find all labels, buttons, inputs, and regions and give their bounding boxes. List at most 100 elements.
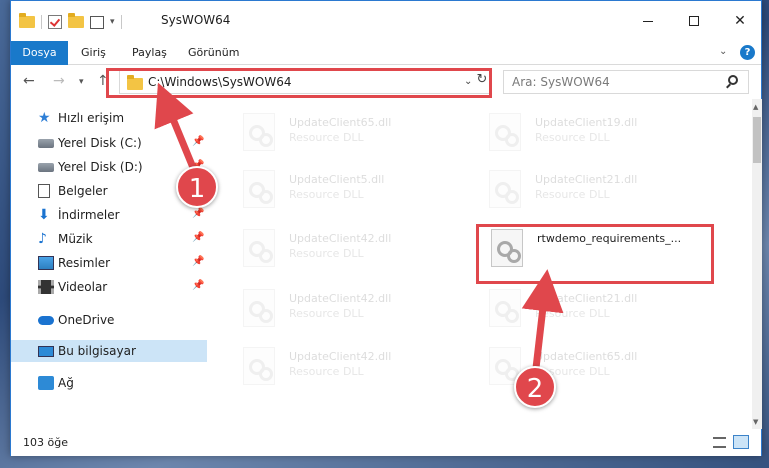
pin-icon[interactable]: 📌 (192, 136, 204, 147)
step-1-badge: 1 (176, 166, 218, 208)
sidebar-item-label: Yerel Disk (C:) (58, 136, 142, 150)
file-name: UpdateClient21.dll (535, 173, 638, 186)
help-icon[interactable]: ? (740, 45, 755, 60)
sidebar-item-local-disk-c[interactable]: Yerel Disk (C:) 📌 (11, 132, 207, 154)
file-tile[interactable]: UpdateClient5.dll Resource DLL (217, 164, 447, 208)
sidebar-item-videos[interactable]: Videolar 📌 (11, 276, 207, 298)
sidebar-item-label: Hızlı erişim (58, 111, 125, 125)
minimize-button[interactable] (625, 7, 671, 35)
sidebar-item-label: İndirmeler (58, 208, 120, 222)
file-tile[interactable]: UpdateClient21.dll Resource DLL (463, 283, 693, 327)
pin-icon[interactable]: 📌 (192, 208, 204, 219)
file-name: UpdateClient42.dll (289, 292, 392, 305)
new-folder-icon[interactable] (68, 13, 84, 28)
star-icon: ★ (38, 110, 51, 126)
file-type: Resource DLL (289, 307, 364, 320)
maximize-button[interactable] (671, 7, 717, 35)
dll-file-icon (489, 170, 521, 208)
sidebar-item-label: Videolar (58, 280, 108, 294)
status-bar: 103 öğe (11, 429, 761, 456)
customize-toolbar-dropdown-icon[interactable]: ▾ (110, 17, 115, 27)
file-type: Resource DLL (289, 247, 364, 260)
close-icon: ✕ (734, 13, 746, 29)
network-icon (38, 376, 54, 390)
disk-icon (38, 139, 54, 148)
sidebar-item-downloads[interactable]: ⬇ İndirmeler 📌 (11, 204, 207, 226)
file-type: Resource DLL (289, 131, 364, 144)
scroll-up-arrow-icon[interactable]: ▲ (753, 103, 758, 111)
step-2-badge: 2 (514, 366, 556, 408)
properties-check-icon[interactable] (48, 15, 62, 29)
sidebar-item-local-disk-d[interactable]: Yerel Disk (D:) 📌 (11, 156, 207, 178)
minimize-icon (643, 20, 653, 22)
download-icon: ⬇ (38, 207, 50, 223)
sidebar-item-label: OneDrive (58, 313, 115, 327)
quick-access-toolbar: ▾ (19, 13, 122, 31)
file-tile[interactable]: UpdateClient65.dll Resource DLL (463, 341, 693, 385)
sidebar-item-label: Belgeler (58, 184, 108, 198)
folder-icon (19, 13, 35, 28)
toolbar-separator (41, 15, 42, 29)
file-tile[interactable]: UpdateClient42.dll Resource DLL (217, 341, 447, 385)
recent-locations-dropdown-icon[interactable]: ▾ (79, 77, 84, 87)
large-icons-view-icon[interactable] (733, 435, 749, 449)
dll-file-icon (243, 229, 275, 267)
dll-file-icon (243, 347, 275, 385)
sidebar-item-label: Ağ (58, 376, 74, 390)
item-count: 103 öğe (23, 436, 68, 449)
file-tile[interactable]: UpdateClient19.dll Resource DLL (463, 107, 693, 151)
window-title: SysWOW64 (161, 13, 231, 27)
file-name: UpdateClient65.dll (289, 116, 392, 129)
sidebar-item-music[interactable]: ♪ Müzik 📌 (11, 228, 207, 250)
back-button[interactable]: ← (23, 73, 35, 89)
properties-icon[interactable] (90, 15, 104, 29)
file-tile[interactable]: UpdateClient21.dll Resource DLL (463, 164, 693, 208)
scrollbar-thumb[interactable] (753, 117, 761, 163)
music-icon: ♪ (38, 231, 47, 247)
maximize-icon (689, 16, 699, 26)
forward-button[interactable]: → (53, 73, 65, 89)
tab-file[interactable]: Dosya (11, 41, 68, 65)
tab-share[interactable]: Paylaş (132, 41, 167, 65)
toolbar-separator (120, 15, 122, 29)
file-type: Resource DLL (535, 188, 610, 201)
tab-home[interactable]: Giriş (81, 41, 106, 65)
scroll-down-arrow-icon[interactable]: ▼ (753, 418, 758, 426)
search-input[interactable]: Ara: SysWOW64 (512, 75, 610, 89)
file-type: Resource DLL (289, 188, 364, 201)
expand-ribbon-chevron-icon[interactable]: ⌄ (719, 46, 727, 57)
pin-icon[interactable]: 📌 (192, 280, 204, 291)
pictures-icon (38, 256, 54, 270)
tab-view[interactable]: Görünüm (188, 41, 239, 65)
details-view-icon[interactable] (713, 437, 726, 448)
pin-icon[interactable]: 📌 (192, 232, 204, 243)
sidebar-item-network[interactable]: Ağ (11, 372, 207, 394)
address-bar-highlight (106, 68, 492, 98)
search-icon[interactable] (728, 75, 738, 85)
file-name: UpdateClient5.dll (289, 173, 385, 186)
computer-icon (38, 345, 54, 357)
file-tile[interactable]: UpdateClient42.dll Resource DLL (217, 283, 447, 327)
vertical-scrollbar[interactable]: ▲ ▼ (752, 99, 762, 429)
sidebar-item-label: Bu bilgisayar (58, 344, 136, 358)
sidebar-item-pictures[interactable]: Resimler 📌 (11, 252, 207, 274)
dll-file-icon (243, 289, 275, 327)
close-button[interactable]: ✕ (717, 7, 763, 35)
disk-icon (38, 163, 54, 172)
dll-file-icon (243, 170, 275, 208)
cloud-icon (38, 316, 54, 325)
file-name: UpdateClient19.dll (535, 116, 638, 129)
sidebar-item-onedrive[interactable]: OneDrive (11, 309, 207, 331)
file-name: UpdateClient42.dll (289, 232, 392, 245)
file-type: Resource DLL (289, 365, 364, 378)
file-tile[interactable]: UpdateClient42.dll Resource DLL (217, 223, 447, 267)
file-type: Resource DLL (535, 131, 610, 144)
sidebar-item-this-pc[interactable]: Bu bilgisayar (11, 340, 207, 362)
file-name: UpdateClient21.dll (535, 292, 638, 305)
pin-icon[interactable]: 📌 (192, 256, 204, 267)
sidebar-item-label: Resimler (58, 256, 111, 270)
title-bar: ▾ SysWOW64 ✕ (11, 1, 761, 41)
file-tile[interactable]: UpdateClient65.dll Resource DLL (217, 107, 447, 151)
sidebar-item-quick-access[interactable]: ★ Hızlı erişim (11, 107, 207, 129)
search-box[interactable]: Ara: SysWOW64 (503, 70, 749, 94)
